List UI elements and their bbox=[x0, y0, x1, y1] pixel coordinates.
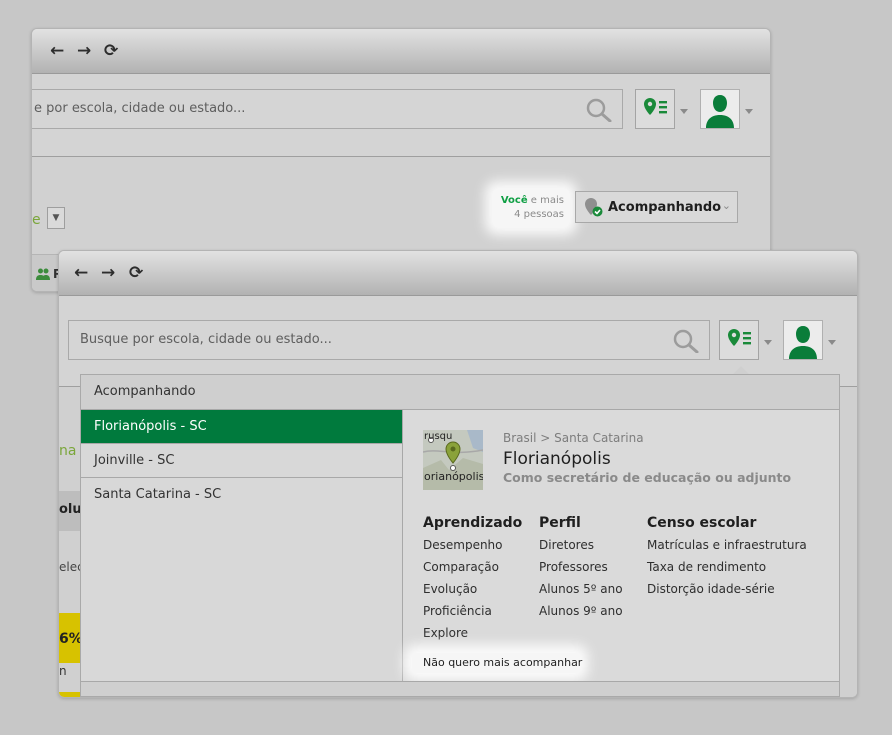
link-distorcao[interactable]: Distorção idade-série bbox=[647, 578, 837, 600]
city-title: Florianópolis bbox=[503, 449, 611, 469]
user-avatar[interactable] bbox=[783, 320, 823, 360]
list-item-label: Joinville - SC bbox=[94, 453, 175, 468]
column-aprendizado: Aprendizado Desempenho Comparação Evoluç… bbox=[423, 512, 543, 644]
link-alunos-5[interactable]: Alunos 5º ano bbox=[539, 578, 644, 600]
follow-button-label: Acompanhando bbox=[608, 200, 722, 215]
reload-icon[interactable]: ⟳ bbox=[129, 263, 143, 283]
you-label: Você bbox=[500, 195, 528, 206]
places-list: Florianópolis - SC Joinville - SC Santa … bbox=[81, 410, 403, 681]
pin-check-icon bbox=[585, 198, 603, 217]
link-evolucao[interactable]: Evolução bbox=[423, 578, 543, 600]
link-taxa[interactable]: Taxa de rendimento bbox=[647, 556, 837, 578]
dropdown-header: Acompanhando bbox=[81, 375, 839, 410]
user-icon bbox=[789, 326, 817, 359]
unfollow-link[interactable]: Não quero mais acompanhar bbox=[423, 656, 582, 669]
link-diretores[interactable]: Diretores bbox=[539, 534, 644, 556]
chevron-down-icon[interactable] bbox=[764, 340, 772, 345]
place-detail: rusqu lorianópolis Brasil > Santa Catari… bbox=[403, 410, 839, 681]
back-site-header: e por escola, cidade ou estado... bbox=[32, 74, 770, 157]
search-input[interactable]: Busque por escola, cidade ou estado... bbox=[68, 320, 710, 360]
followed-places-dropdown: Acompanhando Florianópolis - SC Joinvill… bbox=[80, 374, 840, 697]
search-placeholder: e por escola, cidade ou estado... bbox=[34, 101, 246, 116]
chevron-down-icon[interactable] bbox=[745, 109, 753, 114]
search-placeholder: Busque por escola, cidade ou estado... bbox=[80, 332, 332, 347]
list-item-joinville[interactable]: Joinville - SC bbox=[81, 444, 402, 478]
dropdown-title: Acompanhando bbox=[94, 384, 196, 399]
map-pin-list-icon bbox=[728, 329, 751, 346]
role-label: Como secretário de educação ou adjunto bbox=[503, 470, 792, 485]
link-proficiencia[interactable]: Proficiência bbox=[423, 600, 543, 622]
link-desempenho[interactable]: Desempenho bbox=[423, 534, 543, 556]
back-arrow-icon[interactable]: ← bbox=[50, 41, 64, 61]
back-search-input[interactable]: e por escola, cidade ou estado... bbox=[32, 89, 623, 129]
dropdown-pointer bbox=[733, 366, 749, 374]
list-item-santa-catarina[interactable]: Santa Catarina - SC bbox=[81, 478, 402, 511]
map-label-bottom: lorianópolis bbox=[423, 470, 483, 483]
followers-count: 4 pessoas bbox=[514, 209, 564, 220]
list-item-label: Florianópolis - SC bbox=[94, 419, 207, 434]
chevron-down-icon: ⌄ bbox=[721, 199, 731, 212]
forward-arrow-icon[interactable]: → bbox=[101, 263, 115, 283]
followed-places-button[interactable] bbox=[719, 320, 759, 360]
follow-button[interactable]: Acompanhando ⌄ bbox=[575, 191, 738, 223]
user-avatar[interactable] bbox=[700, 89, 740, 129]
list-item-label: Santa Catarina - SC bbox=[94, 487, 222, 502]
column-censo: Censo escolar Matrículas e infraestrutur… bbox=[647, 512, 837, 600]
collapse-button[interactable]: ▼ bbox=[47, 207, 65, 229]
yellow-strip bbox=[59, 692, 81, 697]
dropdown-footer bbox=[81, 681, 839, 696]
small-label: n bbox=[59, 664, 67, 678]
forward-arrow-icon[interactable]: → bbox=[77, 41, 91, 61]
column-title: Censo escolar bbox=[647, 515, 757, 531]
followed-places-button[interactable] bbox=[635, 89, 675, 129]
link-professores[interactable]: Professores bbox=[539, 556, 644, 578]
breadcrumb: Brasil > Santa Catarina bbox=[503, 431, 644, 445]
search-icon[interactable] bbox=[586, 98, 612, 122]
map-pin-list-icon bbox=[644, 98, 667, 115]
link-explore[interactable]: Explore bbox=[423, 622, 543, 644]
link-comparacao[interactable]: Comparação bbox=[423, 556, 543, 578]
column-title: Aprendizado bbox=[423, 515, 523, 531]
chevron-down-icon[interactable] bbox=[680, 109, 688, 114]
back-toolbar: ← → ⟳ bbox=[32, 29, 770, 74]
map-label-top: rusqu bbox=[424, 431, 453, 442]
people-icon bbox=[36, 268, 50, 280]
column-title: Perfil bbox=[539, 515, 581, 531]
back-arrow-icon[interactable]: ← bbox=[74, 263, 88, 283]
unfollow-callout: Não quero mais acompanhar bbox=[412, 653, 582, 673]
column-perfil: Perfil Diretores Professores Alunos 5º a… bbox=[539, 512, 644, 622]
chevron-down-icon[interactable] bbox=[828, 340, 836, 345]
list-item-florianopolis[interactable]: Florianópolis - SC bbox=[81, 410, 402, 444]
user-icon bbox=[706, 95, 734, 128]
map-thumbnail: rusqu lorianópolis bbox=[423, 430, 483, 490]
link-matriculas[interactable]: Matrículas e infraestrutura bbox=[647, 534, 837, 556]
front-browser-window: ← → ⟳ Busque por escola, cidade ou estad… bbox=[58, 250, 858, 698]
search-icon[interactable] bbox=[673, 329, 699, 353]
cut-link[interactable]: e bbox=[32, 212, 41, 228]
followers-callout: Você e mais 4 pessoas bbox=[493, 189, 569, 227]
front-toolbar: ← → ⟳ bbox=[59, 251, 857, 296]
link-alunos-9[interactable]: Alunos 9º ano bbox=[539, 600, 644, 622]
and-more-label: e mais bbox=[530, 195, 564, 206]
reload-icon[interactable]: ⟳ bbox=[104, 41, 118, 61]
